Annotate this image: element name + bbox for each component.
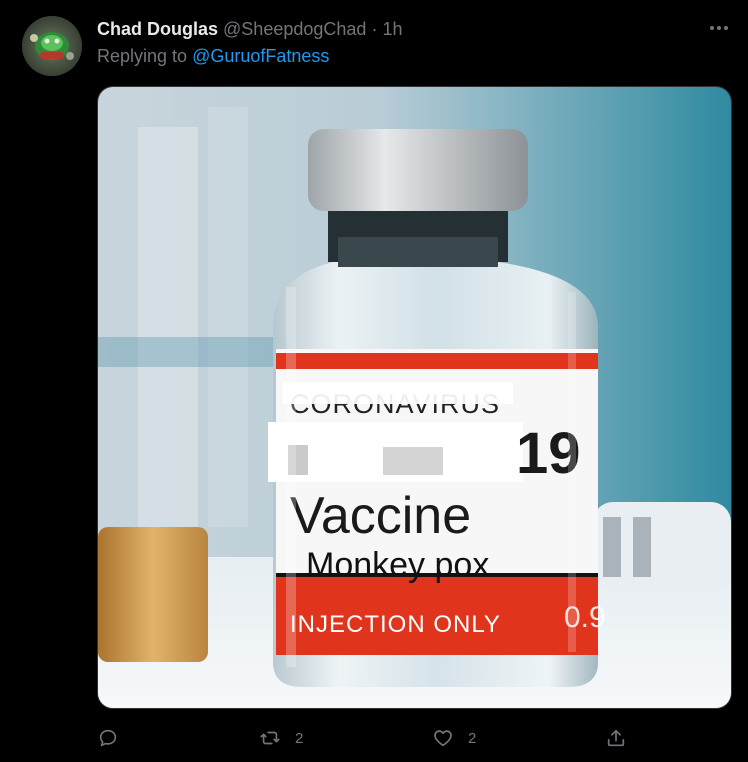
tweet: Chad Douglas @SheepdogChad · 1h Replying… — [0, 0, 748, 762]
more-icon[interactable] — [704, 16, 734, 40]
tweet-header: Chad Douglas @SheepdogChad · 1h — [97, 18, 402, 40]
action-bar: 2 2 — [0, 716, 748, 760]
author-name[interactable]: Chad Douglas — [97, 19, 218, 39]
retweet-button[interactable]: 2 — [259, 724, 303, 752]
replying-to: Replying to @GuruofFatness — [97, 45, 329, 67]
author-handle[interactable]: @SheepdogChad — [223, 19, 366, 39]
retweet-count: 2 — [295, 729, 304, 747]
vaccine-vial-photo: CORONAVIRUS 19 Vaccine Monkey pox INJECT… — [98, 87, 731, 708]
heart-icon — [434, 730, 452, 747]
reply-button[interactable] — [97, 724, 133, 752]
label-monkeypox: Monkey pox — [306, 546, 489, 584]
tweet-image[interactable]: CORONAVIRUS 19 Vaccine Monkey pox INJECT… — [97, 86, 732, 709]
share-icon — [607, 729, 625, 747]
replying-prefix: Replying to — [97, 46, 188, 66]
label-injection-only: INJECTION ONLY — [290, 611, 501, 638]
mention-link[interactable]: @GuruofFatness — [192, 46, 329, 66]
retweet-icon — [260, 731, 280, 745]
reply-icon — [99, 729, 117, 747]
label-vaccine: Vaccine — [290, 487, 471, 545]
share-button[interactable] — [605, 724, 627, 752]
avatar-image — [22, 16, 82, 76]
like-count: 2 — [468, 729, 477, 747]
timestamp[interactable]: 1h — [382, 19, 402, 39]
like-button[interactable]: 2 — [432, 724, 476, 752]
avatar[interactable] — [22, 16, 82, 76]
separator: · — [371, 19, 378, 39]
